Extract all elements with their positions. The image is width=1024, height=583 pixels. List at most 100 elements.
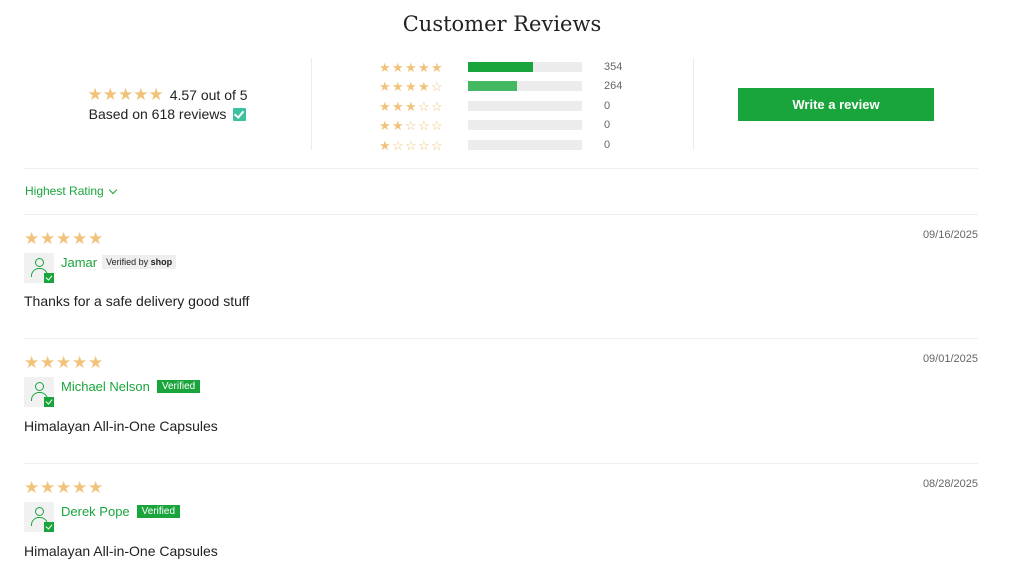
average-stars: ★ ★ ★ ★ ★ (87, 86, 163, 103)
star-icon: ★ (56, 229, 72, 248)
review-date: 09/01/2025 (922, 353, 978, 365)
review-item: ★ ★ ★ ★ ★ 08/28/2025 Derek Pope Verified Him… (24, 477, 978, 577)
review-author: Michael Nelson (61, 378, 150, 394)
star-half-icon: ★ (148, 85, 164, 104)
review-stars: ★ ★ ★ ★ ★ (24, 479, 104, 496)
star-icon: ★ (133, 85, 149, 104)
review-author: Jamar (61, 254, 98, 270)
star-icon: ★ (40, 478, 56, 497)
star-icon: ★ (392, 78, 404, 94)
histogram-bar-fill (468, 62, 533, 72)
divider (24, 168, 978, 169)
review-body: Himalayan All-in-One Capsules (24, 543, 218, 559)
verified-by-shop-badge: Verified by shop (102, 255, 177, 269)
star-icon: ★ (56, 478, 72, 497)
star-icon: ☆ (405, 117, 417, 133)
review-body: Himalayan All-in-One Capsules (24, 418, 218, 434)
user-avatar-icon (24, 377, 54, 407)
review-stars: ★ ★ ★ ★ ★ (24, 354, 104, 371)
star-icon: ★ (24, 229, 40, 248)
rating-histogram: ★ ★ ★ ★ ★ 354 ★ ★ ★ ★ ☆ 264 ★ ★ ★ ☆ ☆ 0 ★ ★ ☆ ☆ ☆ 0 ★ ☆ ☆ ☆ ☆ 0 (312, 58, 694, 152)
star-icon: ★ (117, 85, 134, 104)
star-icon: ★ (431, 59, 443, 75)
star-icon: ★ (40, 353, 56, 372)
star-icon: ★ (72, 229, 88, 248)
review-date: 09/16/2025 (922, 229, 978, 241)
page-title: Customer Reviews (402, 12, 602, 36)
write-review-button[interactable]: Write a review (738, 87, 934, 121)
star-icon: ★ (392, 117, 404, 133)
star-icon: ★ (24, 353, 40, 372)
histogram-row-2-star[interactable]: ★ ★ ☆ ☆ ☆ 0 (379, 118, 610, 132)
histogram-row-1-star[interactable]: ★ ☆ ☆ ☆ ☆ 0 (379, 138, 610, 152)
star-icon: ★ (405, 59, 417, 75)
star-icon: ★ (40, 229, 56, 248)
star-icon: ☆ (418, 117, 430, 133)
verified-check-icon (233, 107, 247, 121)
histogram-count: 0 (604, 100, 611, 112)
user-avatar-icon (24, 253, 54, 283)
histogram-count: 0 (604, 119, 611, 131)
star-icon: ★ (392, 59, 404, 75)
user-avatar-icon (24, 502, 54, 532)
star-icon: ★ (405, 78, 417, 94)
star-icon: ★ (72, 353, 88, 372)
star-icon: ☆ (392, 137, 404, 153)
star-icon: ★ (379, 137, 391, 153)
star-icon: ★ (88, 353, 104, 372)
histogram-count: 0 (604, 139, 611, 151)
rating-summary: ★ ★ ★ ★ ★ 4.57 out of 5 Based on 618 rev… (24, 58, 978, 152)
histogram-row-4-star[interactable]: ★ ★ ★ ★ ☆ 264 (379, 79, 622, 93)
histogram-bar-track (468, 140, 582, 150)
histogram-row-3-star[interactable]: ★ ★ ★ ☆ ☆ 0 (379, 99, 610, 113)
verified-badge: Verified (156, 379, 201, 393)
star-icon: ☆ (431, 98, 443, 114)
review-count-text: Based on 618 reviews (88, 106, 227, 122)
review-stars: ★ ★ ★ ★ ★ (24, 230, 104, 247)
chevron-down-icon (108, 185, 117, 194)
star-icon: ★ (379, 78, 391, 94)
sort-dropdown[interactable]: Highest Rating (25, 184, 117, 198)
star-icon: ★ (102, 85, 118, 104)
star-icon: ★ (56, 353, 72, 372)
histogram-count: 264 (604, 80, 623, 92)
histogram-bar-track (468, 81, 582, 91)
star-icon: ★ (88, 478, 104, 497)
star-icon: ☆ (431, 78, 443, 94)
histogram-count: 354 (604, 61, 623, 73)
star-icon: ★ (405, 98, 417, 114)
histogram-bar-track (468, 120, 582, 130)
divider (24, 463, 978, 464)
histogram-row-5-star[interactable]: ★ ★ ★ ★ ★ 354 (379, 60, 622, 74)
histogram-stars: ★ ★ ★ ★ ★ (379, 61, 459, 74)
histogram-stars: ★ ★ ☆ ☆ ☆ (379, 119, 459, 132)
star-icon: ★ (24, 478, 40, 497)
review-date: 08/28/2025 (922, 478, 978, 490)
average-rating-text: 4.57 out of 5 (169, 86, 248, 103)
star-icon: ★ (418, 78, 430, 94)
verified-badge: Verified (136, 504, 181, 518)
histogram-stars: ★ ★ ★ ★ ☆ (379, 80, 459, 93)
histogram-stars: ★ ★ ★ ☆ ☆ (379, 100, 459, 113)
sort-label: Highest Rating (25, 184, 104, 198)
histogram-bar-fill (468, 81, 518, 91)
review-author: Derek Pope (61, 503, 130, 519)
star-icon: ☆ (418, 137, 430, 153)
histogram-bar-track (468, 101, 582, 111)
star-icon: ☆ (431, 117, 443, 133)
review-item: ★ ★ ★ ★ ★ 09/01/2025 Michael Nelson Verified… (24, 352, 978, 452)
star-icon: ★ (379, 117, 391, 133)
star-icon: ★ (392, 98, 404, 114)
histogram-bar-track (468, 62, 582, 72)
star-icon: ☆ (405, 137, 417, 153)
star-icon: ☆ (431, 137, 443, 153)
star-icon: ★ (88, 229, 104, 248)
divider (24, 214, 978, 215)
average-rating-block: ★ ★ ★ ★ ★ 4.57 out of 5 Based on 618 rev… (24, 58, 312, 150)
star-icon: ★ (379, 98, 391, 114)
divider (24, 338, 978, 339)
star-icon: ☆ (418, 98, 430, 114)
review-body: Thanks for a safe delivery good stuff (24, 293, 250, 309)
histogram-stars: ★ ☆ ☆ ☆ ☆ (379, 139, 459, 152)
review-item: ★ ★ ★ ★ ★ 09/16/2025 Jamar Verified by shop … (24, 228, 978, 328)
